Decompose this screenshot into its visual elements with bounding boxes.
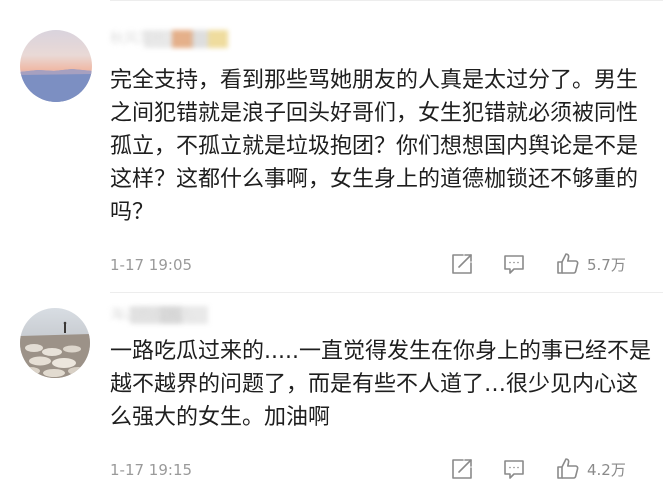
- like-count: 4.2万: [587, 461, 626, 479]
- username[interactable]: 海边的石头人: [110, 306, 260, 324]
- avatar-image: [20, 30, 92, 102]
- comment-time: 1-17 19:15: [110, 461, 193, 479]
- divider: [110, 0, 663, 1]
- comment-text: 一路吃瓜过来的.....一直觉得发生在你身上的事已经不是越不越界的问题了，而是有…: [110, 339, 651, 430]
- share-icon[interactable]: [450, 457, 474, 481]
- comment-icon[interactable]: [502, 457, 526, 481]
- like-count: 5.7万: [587, 256, 626, 274]
- comment-footer: 1-17 19:15 4.2万: [110, 457, 643, 483]
- like-icon[interactable]: [556, 252, 580, 276]
- comment-footer: 1-17 19:05 5.7万: [110, 252, 643, 278]
- avatar[interactable]: [20, 30, 92, 102]
- like-icon[interactable]: [556, 457, 580, 481]
- avatar-image: [20, 308, 90, 378]
- comment-text: 完全支持，看到那些骂她朋友的人真是太过分了。男生之间犯错就是浪子回头好哥们，女生…: [110, 68, 639, 225]
- comment-icon[interactable]: [502, 252, 526, 276]
- username[interactable]: 秋风落叶之: [110, 30, 260, 48]
- comment-item: 海边的石头人 一路吃瓜过来的.....一直觉得发生在你身上的事已经不是越不越界的…: [0, 292, 663, 499]
- share-icon[interactable]: [450, 252, 474, 276]
- divider: [110, 292, 663, 293]
- comment-item: 秋风落叶之 完全支持，看到那些骂她朋友的人真是太过分了。男生之间犯错就是浪子回头…: [0, 0, 663, 292]
- avatar[interactable]: [20, 308, 90, 378]
- comment-time: 1-17 19:05: [110, 256, 193, 274]
